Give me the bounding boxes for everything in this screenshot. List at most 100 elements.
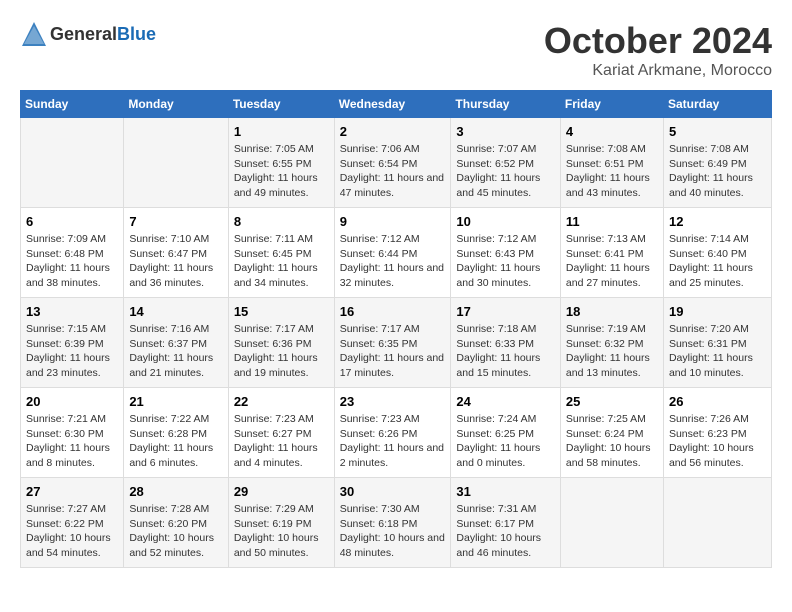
day-number: 7 <box>129 214 222 229</box>
calendar-cell: 14 Sunrise: 7:16 AM Sunset: 6:37 PM Dayli… <box>124 298 228 388</box>
calendar-cell: 19 Sunrise: 7:20 AM Sunset: 6:31 PM Dayli… <box>663 298 771 388</box>
calendar-cell: 23 Sunrise: 7:23 AM Sunset: 6:26 PM Dayli… <box>334 388 451 478</box>
day-number: 31 <box>456 484 555 499</box>
calendar-cell: 27 Sunrise: 7:27 AM Sunset: 6:22 PM Dayli… <box>21 478 124 568</box>
day-info: Sunrise: 7:23 AM Sunset: 6:26 PM Dayligh… <box>340 412 446 471</box>
day-number: 4 <box>566 124 658 139</box>
calendar-cell: 15 Sunrise: 7:17 AM Sunset: 6:36 PM Dayli… <box>228 298 334 388</box>
calendar-cell: 21Sunrise: 7:22 AM Sunset: 6:28 PM Dayli… <box>124 388 228 478</box>
day-number: 11 <box>566 214 658 229</box>
calendar-cell: 7 Sunrise: 7:10 AM Sunset: 6:47 PM Daylig… <box>124 208 228 298</box>
calendar-cell: 9Sunrise: 7:12 AM Sunset: 6:44 PM Daylig… <box>334 208 451 298</box>
day-info: Sunrise: 7:09 AM Sunset: 6:48 PM Dayligh… <box>26 232 118 291</box>
day-number: 8 <box>234 214 329 229</box>
day-info: Sunrise: 7:28 AM Sunset: 6:20 PM Dayligh… <box>129 502 222 561</box>
day-number: 12 <box>669 214 766 229</box>
day-number: 30 <box>340 484 446 499</box>
header-cell-monday: Monday <box>124 91 228 118</box>
day-number: 21 <box>129 394 222 409</box>
day-info: Sunrise: 7:24 AM Sunset: 6:25 PM Dayligh… <box>456 412 555 471</box>
day-info: Sunrise: 7:11 AM Sunset: 6:45 PM Dayligh… <box>234 232 329 291</box>
day-info: Sunrise: 7:25 AM Sunset: 6:24 PM Dayligh… <box>566 412 658 471</box>
calendar-cell: 28 Sunrise: 7:28 AM Sunset: 6:20 PM Dayli… <box>124 478 228 568</box>
day-info: Sunrise: 7:14 AM Sunset: 6:40 PM Dayligh… <box>669 232 766 291</box>
title-area: October 2024 Kariat Arkmane, Morocco <box>544 20 772 80</box>
day-number: 13 <box>26 304 118 319</box>
header-cell-sunday: Sunday <box>21 91 124 118</box>
day-info: Sunrise: 7:30 AM Sunset: 6:18 PM Dayligh… <box>340 502 446 561</box>
day-info: Sunrise: 7:26 AM Sunset: 6:23 PM Dayligh… <box>669 412 766 471</box>
day-number: 28 <box>129 484 222 499</box>
day-info: Sunrise: 7:07 AM Sunset: 6:52 PM Dayligh… <box>456 142 555 201</box>
calendar-cell: 8 Sunrise: 7:11 AM Sunset: 6:45 PM Daylig… <box>228 208 334 298</box>
day-number: 14 <box>129 304 222 319</box>
header-cell-tuesday: Tuesday <box>228 91 334 118</box>
day-number: 5 <box>669 124 766 139</box>
week-row-4: 20Sunrise: 7:21 AM Sunset: 6:30 PM Dayli… <box>21 388 772 478</box>
day-info: Sunrise: 7:20 AM Sunset: 6:31 PM Dayligh… <box>669 322 766 381</box>
day-info: Sunrise: 7:10 AM Sunset: 6:47 PM Dayligh… <box>129 232 222 291</box>
header-cell-thursday: Thursday <box>451 91 561 118</box>
calendar-cell: 4 Sunrise: 7:08 AM Sunset: 6:51 PM Daylig… <box>560 118 663 208</box>
calendar-cell: 30 Sunrise: 7:30 AM Sunset: 6:18 PM Dayli… <box>334 478 451 568</box>
calendar-title: October 2024 <box>544 20 772 62</box>
day-number: 17 <box>456 304 555 319</box>
day-info: Sunrise: 7:17 AM Sunset: 6:35 PM Dayligh… <box>340 322 446 381</box>
calendar-cell: 24 Sunrise: 7:24 AM Sunset: 6:25 PM Dayli… <box>451 388 561 478</box>
calendar-cell: 17 Sunrise: 7:18 AM Sunset: 6:33 PM Dayli… <box>451 298 561 388</box>
calendar-cell: 3 Sunrise: 7:07 AM Sunset: 6:52 PM Daylig… <box>451 118 561 208</box>
logo-text-blue: Blue <box>117 24 156 44</box>
logo-icon <box>20 20 48 48</box>
day-info: Sunrise: 7:06 AM Sunset: 6:54 PM Dayligh… <box>340 142 446 201</box>
day-info: Sunrise: 7:31 AM Sunset: 6:17 PM Dayligh… <box>456 502 555 561</box>
calendar-cell: 26Sunrise: 7:26 AM Sunset: 6:23 PM Dayli… <box>663 388 771 478</box>
calendar-cell: 22 Sunrise: 7:23 AM Sunset: 6:27 PM Dayli… <box>228 388 334 478</box>
calendar-cell: 2Sunrise: 7:06 AM Sunset: 6:54 PM Daylig… <box>334 118 451 208</box>
day-info: Sunrise: 7:12 AM Sunset: 6:44 PM Dayligh… <box>340 232 446 291</box>
calendar-cell: 31 Sunrise: 7:31 AM Sunset: 6:17 PM Dayli… <box>451 478 561 568</box>
calendar-cell <box>560 478 663 568</box>
day-info: Sunrise: 7:05 AM Sunset: 6:55 PM Dayligh… <box>234 142 329 201</box>
calendar-cell: 1Sunrise: 7:05 AM Sunset: 6:55 PM Daylig… <box>228 118 334 208</box>
calendar-table: SundayMondayTuesdayWednesdayThursdayFrid… <box>20 90 772 568</box>
day-number: 15 <box>234 304 329 319</box>
day-number: 10 <box>456 214 555 229</box>
calendar-cell: 11 Sunrise: 7:13 AM Sunset: 6:41 PM Dayli… <box>560 208 663 298</box>
header-row: SundayMondayTuesdayWednesdayThursdayFrid… <box>21 91 772 118</box>
day-number: 22 <box>234 394 329 409</box>
day-info: Sunrise: 7:15 AM Sunset: 6:39 PM Dayligh… <box>26 322 118 381</box>
calendar-cell <box>663 478 771 568</box>
header-cell-wednesday: Wednesday <box>334 91 451 118</box>
header: GeneralBlue October 2024 Kariat Arkmane,… <box>20 20 772 80</box>
day-number: 23 <box>340 394 446 409</box>
calendar-cell: 12 Sunrise: 7:14 AM Sunset: 6:40 PM Dayli… <box>663 208 771 298</box>
day-info: Sunrise: 7:16 AM Sunset: 6:37 PM Dayligh… <box>129 322 222 381</box>
week-row-5: 27 Sunrise: 7:27 AM Sunset: 6:22 PM Dayli… <box>21 478 772 568</box>
calendar-header: SundayMondayTuesdayWednesdayThursdayFrid… <box>21 91 772 118</box>
day-number: 3 <box>456 124 555 139</box>
day-number: 18 <box>566 304 658 319</box>
day-number: 27 <box>26 484 118 499</box>
header-cell-friday: Friday <box>560 91 663 118</box>
calendar-subtitle: Kariat Arkmane, Morocco <box>544 62 772 80</box>
week-row-2: 6Sunrise: 7:09 AM Sunset: 6:48 PM Daylig… <box>21 208 772 298</box>
calendar-cell: 6Sunrise: 7:09 AM Sunset: 6:48 PM Daylig… <box>21 208 124 298</box>
day-number: 19 <box>669 304 766 319</box>
calendar-cell: 10Sunrise: 7:12 AM Sunset: 6:43 PM Dayli… <box>451 208 561 298</box>
day-number: 16 <box>340 304 446 319</box>
day-info: Sunrise: 7:17 AM Sunset: 6:36 PM Dayligh… <box>234 322 329 381</box>
day-info: Sunrise: 7:23 AM Sunset: 6:27 PM Dayligh… <box>234 412 329 471</box>
header-cell-saturday: Saturday <box>663 91 771 118</box>
day-info: Sunrise: 7:18 AM Sunset: 6:33 PM Dayligh… <box>456 322 555 381</box>
calendar-cell <box>21 118 124 208</box>
day-number: 24 <box>456 394 555 409</box>
week-row-1: 1Sunrise: 7:05 AM Sunset: 6:55 PM Daylig… <box>21 118 772 208</box>
calendar-cell: 18 Sunrise: 7:19 AM Sunset: 6:32 PM Dayli… <box>560 298 663 388</box>
day-info: Sunrise: 7:27 AM Sunset: 6:22 PM Dayligh… <box>26 502 118 561</box>
day-info: Sunrise: 7:08 AM Sunset: 6:51 PM Dayligh… <box>566 142 658 201</box>
day-info: Sunrise: 7:29 AM Sunset: 6:19 PM Dayligh… <box>234 502 329 561</box>
day-info: Sunrise: 7:13 AM Sunset: 6:41 PM Dayligh… <box>566 232 658 291</box>
calendar-cell: 25 Sunrise: 7:25 AM Sunset: 6:24 PM Dayli… <box>560 388 663 478</box>
day-number: 25 <box>566 394 658 409</box>
day-info: Sunrise: 7:19 AM Sunset: 6:32 PM Dayligh… <box>566 322 658 381</box>
